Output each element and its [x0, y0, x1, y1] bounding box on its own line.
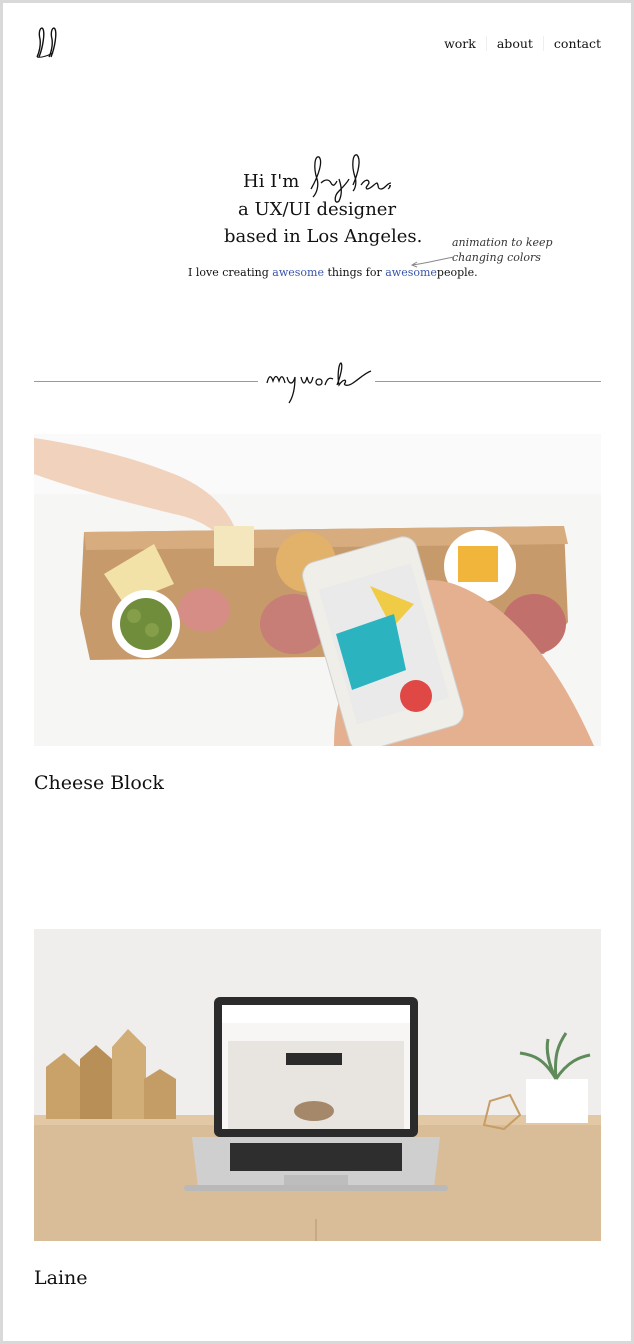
divider-line-right	[375, 381, 601, 382]
laptop-desk-illustration	[34, 929, 601, 1241]
project-title[interactable]: Cheese Block	[34, 772, 164, 794]
cheese-block-image[interactable]	[34, 434, 601, 746]
tagline-mid: things for	[327, 266, 382, 279]
project-title[interactable]: Laine	[34, 1267, 88, 1289]
top-nav: work about contact	[434, 36, 601, 51]
greeting-text: Hi I'm	[243, 171, 300, 192]
laine-image[interactable]	[34, 929, 601, 1241]
greeting-comma: ,	[387, 171, 393, 192]
nav-contact-link[interactable]: contact	[542, 36, 601, 51]
logo-icon[interactable]	[31, 23, 71, 63]
arrow-icon	[410, 256, 455, 268]
annotation-note: animation to keep changing colors	[452, 235, 553, 265]
note-line-1: animation to keep	[452, 236, 553, 249]
hero-role: a UX/UI designer	[238, 199, 397, 220]
hero-location: based in Los Angeles.	[224, 226, 423, 247]
divider-line-left	[34, 381, 258, 382]
cheese-board-illustration	[34, 434, 601, 746]
tagline-highlight-1: awesome	[272, 266, 324, 279]
hero-greeting: Hi I'm	[243, 171, 299, 192]
nav-about-link[interactable]: about	[485, 36, 543, 51]
name-signature-icon	[310, 154, 392, 203]
page: work about contact Hi I'm , a UX/UI desi…	[3, 3, 631, 1341]
my-work-script-icon	[266, 362, 372, 404]
note-line-2: changing colors	[452, 251, 541, 264]
nav-work-link[interactable]: work	[434, 36, 486, 51]
tagline-pre: I love creating	[188, 266, 269, 279]
my-work-divider	[3, 357, 631, 407]
